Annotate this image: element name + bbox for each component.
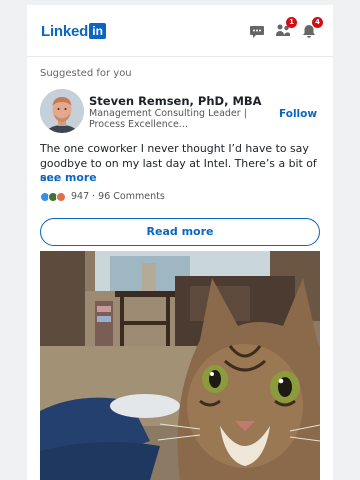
follow-button[interactable]: Follow	[279, 108, 317, 120]
header-actions: 1 4	[249, 17, 323, 39]
logo-text: Linked	[41, 22, 89, 40]
author-headline: Management Consulting Leader | Process E…	[89, 108, 247, 130]
see-more-link[interactable]: see more	[40, 171, 97, 184]
suggested-label: Suggested for you	[40, 68, 132, 79]
author-name[interactable]: Steven Remsen, PhD, MBA	[89, 94, 262, 108]
network-badge: 1	[286, 17, 297, 28]
read-more-button[interactable]: Read more	[40, 218, 320, 246]
love-reaction-icon	[56, 191, 66, 202]
count-separator: ·	[92, 191, 96, 202]
top-bar: Linked in 1 4	[27, 5, 333, 57]
messaging-icon[interactable]	[249, 23, 265, 39]
notifications-icon[interactable]: 4	[301, 17, 323, 39]
social-counts[interactable]: 947 · 96 Comments	[40, 191, 165, 202]
my-network-icon[interactable]: 1	[275, 17, 297, 39]
post-card: Linked in 1 4 Suggested for you Steven R…	[27, 5, 333, 480]
reaction-count: 947	[71, 191, 90, 202]
linkedin-logo[interactable]: Linked in	[41, 22, 107, 40]
post-image[interactable]	[40, 251, 320, 480]
notifications-badge: 4	[312, 17, 323, 28]
author-avatar[interactable]	[40, 89, 84, 133]
logo-in-box: in	[89, 23, 107, 39]
comment-count[interactable]: 96 Comments	[98, 191, 165, 202]
